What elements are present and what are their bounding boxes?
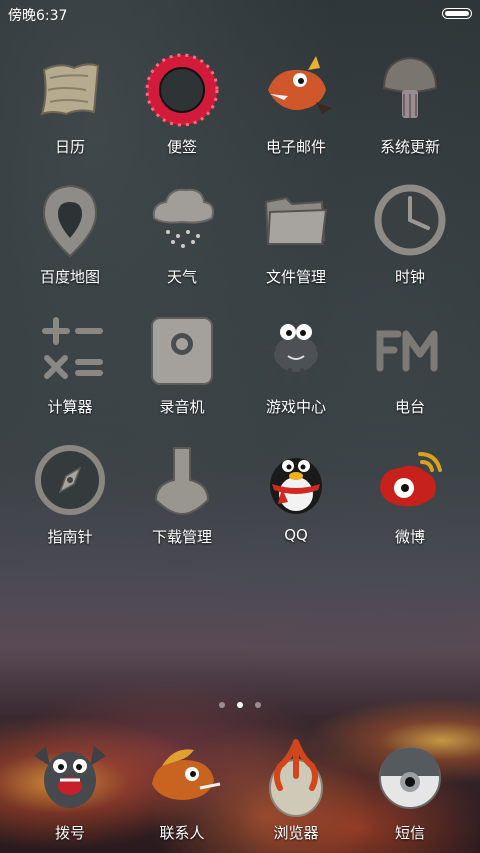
app-label: 电子邮件: [265, 138, 326, 156]
phone-monster-icon: [34, 746, 106, 808]
app-label: 下载管理: [151, 528, 212, 546]
app-label: 联系人: [159, 824, 205, 842]
qq-penguin-icon: [270, 458, 322, 514]
dock-app-browser[interactable]: 浏览器: [236, 730, 356, 850]
app-baidu-map[interactable]: 百度地图: [10, 170, 130, 300]
app-label: 微博: [394, 528, 425, 546]
clock-icon: [374, 184, 446, 256]
fm-radio-icon: [376, 330, 438, 372]
page-dot[interactable]: [255, 702, 261, 708]
recorder-stone-icon: [151, 317, 213, 385]
app-label: 便签: [166, 138, 197, 156]
app-label: 电台: [394, 398, 425, 416]
calendar-stone-icon: [40, 63, 100, 116]
message-eyeball-icon: [379, 747, 441, 809]
email-creature-icon: [268, 56, 332, 114]
app-label: 百度地图: [39, 268, 100, 286]
app-label: 日历: [54, 138, 85, 156]
calculator-symbols-icon: [42, 317, 103, 379]
dock-app-messages[interactable]: 短信: [350, 730, 470, 850]
dock-app-dialer[interactable]: 拨号: [10, 730, 130, 850]
app-weather[interactable]: 天气: [122, 170, 242, 300]
app-label: 录音机: [159, 398, 205, 416]
folder-stone-icon: [264, 196, 328, 246]
compass-icon: [35, 445, 105, 515]
app-qq[interactable]: QQ: [236, 430, 356, 560]
page-indicator: [0, 702, 480, 712]
app-download-manager[interactable]: 下载管理: [122, 430, 242, 560]
app-game-center[interactable]: 游戏中心: [236, 300, 356, 430]
app-system-update[interactable]: 系统更新: [350, 40, 470, 170]
game-creature-icon: [260, 324, 332, 388]
app-notes[interactable]: 便签: [122, 40, 242, 170]
app-label: 系统更新: [379, 138, 440, 156]
app-clock[interactable]: 时钟: [350, 170, 470, 300]
page-dot-active[interactable]: [237, 702, 243, 708]
app-compass[interactable]: 指南针: [10, 430, 130, 560]
battery-icon: [442, 8, 472, 19]
app-label: 指南针: [47, 528, 93, 546]
status-time: 傍晚6:37: [8, 8, 68, 24]
notes-portal-icon: [145, 53, 219, 127]
app-label: 游戏中心: [265, 398, 326, 416]
app-weibo[interactable]: 微博: [350, 430, 470, 560]
app-calculator[interactable]: 计算器: [10, 300, 130, 430]
cloud-rain-icon: [152, 188, 214, 248]
app-label: 拨号: [54, 824, 85, 842]
browser-egg-icon: [269, 739, 323, 817]
app-file-manager[interactable]: 文件管理: [236, 170, 356, 300]
map-pin-icon: [42, 184, 98, 258]
app-recorder[interactable]: 录音机: [122, 300, 242, 430]
app-email[interactable]: 电子邮件: [236, 40, 356, 170]
app-radio[interactable]: 电台: [350, 300, 470, 430]
app-label: 计算器: [47, 398, 93, 416]
app-calendar[interactable]: 日历: [10, 40, 130, 170]
contacts-dragon-icon: [152, 749, 221, 800]
download-arrow-icon: [154, 447, 210, 516]
app-label: QQ: [284, 526, 308, 544]
weibo-eye-icon: [380, 452, 442, 507]
app-label: 天气: [166, 268, 197, 286]
mushroom-update-icon: [382, 56, 438, 118]
status-bar: 傍晚6:37: [0, 0, 480, 28]
dock-app-contacts[interactable]: 联系人: [122, 730, 242, 850]
page-dot[interactable]: [219, 702, 225, 708]
app-label: 浏览器: [273, 824, 319, 842]
app-label: 短信: [394, 824, 425, 842]
app-label: 时钟: [394, 268, 425, 286]
app-label: 文件管理: [265, 268, 326, 286]
